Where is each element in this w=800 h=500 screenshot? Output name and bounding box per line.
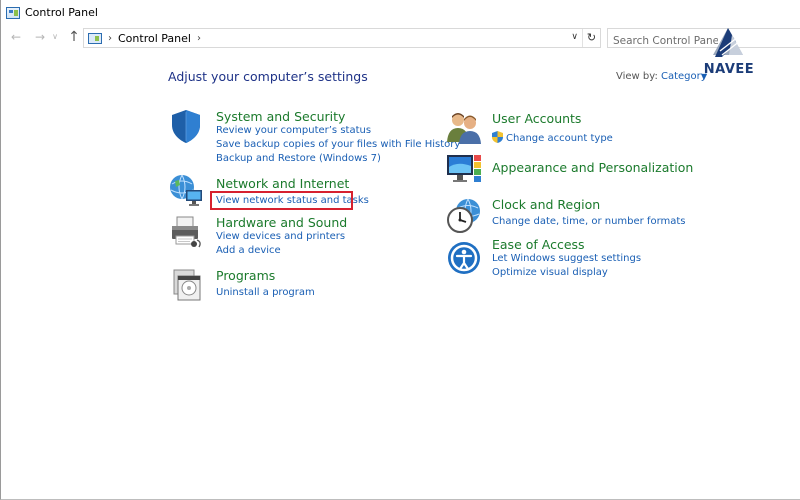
- navigation-bar: ← → ∨ ↑ › Control Panel › ∨ ↻: [0, 27, 800, 50]
- up-arrow-icon[interactable]: ↑: [66, 29, 82, 45]
- link-review-status[interactable]: Review your computer’s status: [216, 125, 371, 136]
- printer-icon: [172, 216, 201, 248]
- category-title-clock-region[interactable]: Clock and Region: [492, 197, 600, 212]
- category-title-appearance[interactable]: Appearance and Personalization: [492, 160, 693, 175]
- category-title-programs[interactable]: Programs: [216, 268, 275, 283]
- navee-logo: NAVEE: [694, 27, 764, 77]
- title-bar: Control Panel: [0, 0, 800, 25]
- link-change-account-type[interactable]: Change account type: [492, 131, 613, 144]
- monitor-palette-icon: [447, 155, 481, 182]
- view-by-label: View by:: [616, 71, 658, 82]
- breadcrumb-control-panel[interactable]: Control Panel: [118, 32, 191, 45]
- ease-of-access-icon: [448, 242, 480, 274]
- category-title-hardware-sound[interactable]: Hardware and Sound: [216, 215, 347, 230]
- link-change-account-type-label[interactable]: Change account type: [506, 133, 613, 144]
- category-title-ease-of-access[interactable]: Ease of Access: [492, 237, 585, 252]
- programs-icon: [173, 269, 201, 301]
- address-dropdown-chevron-icon[interactable]: ∨: [571, 32, 578, 42]
- recent-locations-chevron-icon[interactable]: ∨: [50, 29, 60, 45]
- category-title-network-internet[interactable]: Network and Internet: [216, 176, 349, 191]
- page-heading: Adjust your computer’s settings: [168, 69, 368, 84]
- link-optimize-visual[interactable]: Optimize visual display: [492, 267, 608, 278]
- link-backup-restore[interactable]: Backup and Restore (Windows 7): [216, 153, 381, 164]
- link-change-date-time[interactable]: Change date, time, or number formats: [492, 216, 686, 227]
- link-devices-printers[interactable]: View devices and printers: [216, 231, 345, 242]
- link-file-history[interactable]: Save backup copies of your files with Fi…: [216, 139, 460, 150]
- breadcrumb-separator[interactable]: ›: [197, 33, 201, 44]
- navee-logo-mark-icon: [713, 28, 743, 57]
- network-globe-icon: [170, 174, 202, 206]
- breadcrumb-separator: ›: [108, 32, 112, 44]
- clock-globe-icon: [447, 198, 480, 233]
- view-by-chevron-icon[interactable]: ▼: [701, 72, 707, 81]
- forward-arrow-icon[interactable]: →: [32, 29, 48, 45]
- category-title-user-accounts[interactable]: User Accounts: [492, 111, 581, 126]
- view-by-dropdown[interactable]: Category: [661, 71, 707, 82]
- back-arrow-icon[interactable]: ←: [8, 29, 24, 45]
- users-icon: [447, 113, 481, 144]
- link-uninstall-program[interactable]: Uninstall a program: [216, 287, 315, 298]
- refresh-icon[interactable]: ↻: [582, 29, 600, 47]
- category-title-system-security[interactable]: System and Security: [216, 109, 345, 124]
- shield-icon: [172, 110, 200, 143]
- link-add-device[interactable]: Add a device: [216, 245, 281, 256]
- control-panel-icon: [6, 6, 20, 19]
- address-bar[interactable]: › Control Panel › ∨ ↻: [83, 28, 601, 48]
- uac-shield-icon: [492, 131, 503, 143]
- control-panel-icon: [88, 32, 102, 44]
- highlight-box: [210, 191, 353, 210]
- link-suggest-settings[interactable]: Let Windows suggest settings: [492, 253, 641, 264]
- window-title: Control Panel: [25, 6, 98, 19]
